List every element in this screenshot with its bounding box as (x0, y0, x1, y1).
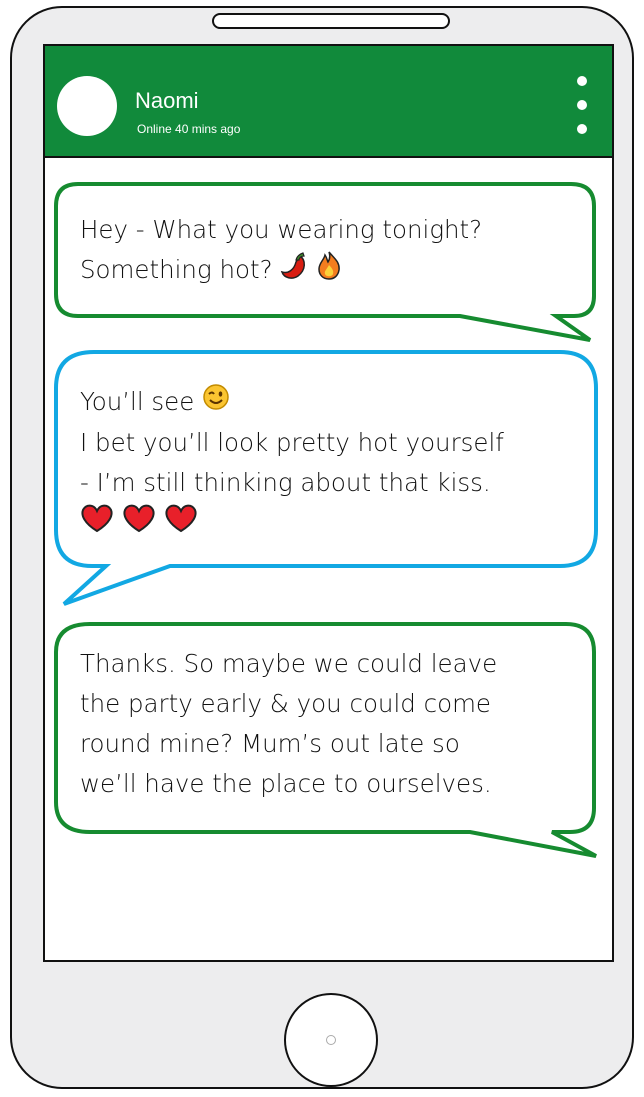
message-line: we’ll have the place to ourselves. (80, 769, 492, 798)
heart-row (80, 503, 504, 539)
message-received-2[interactable]: Thanks. So maybe we could leave the part… (80, 644, 497, 804)
message-bubbles (54, 182, 598, 858)
home-button-dot (326, 1035, 336, 1045)
message-received-1[interactable]: Hey - What you wearing tonight? Somethin… (80, 210, 482, 292)
message-line-with-emoji: You’ll see (80, 382, 504, 423)
home-button[interactable] (284, 993, 378, 1087)
message-line: round mine? Mum’s out late so (80, 729, 460, 758)
message-line: Something hot? (80, 255, 273, 284)
winking-face-icon (202, 383, 230, 423)
message-line-with-emoji: Something hot? (80, 250, 482, 292)
message-line: You’ll see (80, 387, 195, 416)
message-line: Hey - What you wearing tonight? (80, 215, 483, 244)
message-line: - I’m still thinking about that kiss. (80, 468, 491, 497)
red-heart-icon (80, 503, 114, 545)
red-heart-icon (164, 503, 198, 545)
message-sent[interactable]: You’ll see I bet you’ll look pretty hot … (80, 382, 504, 539)
message-line: the party early & you could come (80, 689, 492, 718)
red-heart-icon (122, 503, 156, 545)
message-line: Thanks. So maybe we could leave (80, 649, 498, 678)
fire-icon (316, 250, 342, 292)
chili-pepper-icon (280, 250, 308, 292)
message-line: I bet you’ll look pretty hot yourself (80, 428, 504, 457)
